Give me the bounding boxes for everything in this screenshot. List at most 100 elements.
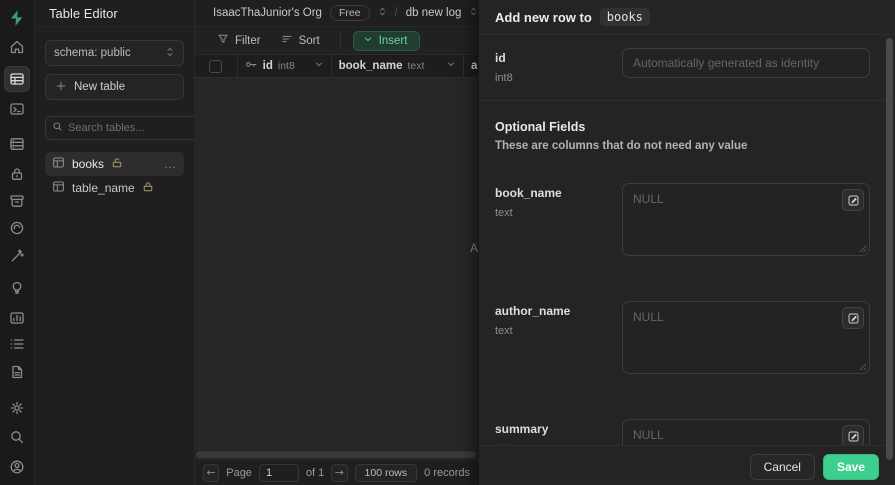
panel-scrollbar-thumb[interactable]	[886, 38, 893, 460]
expand-editor-button[interactable]	[842, 307, 864, 329]
horizontal-scrollbar-thumb[interactable]	[196, 451, 477, 458]
summary-textarea[interactable]	[622, 419, 870, 445]
table-editor-sidebar: Table Editor schema: public New table Se…	[35, 0, 251, 485]
column-header-book-name[interactable]: book_name text	[332, 55, 464, 77]
auth-icon[interactable]	[7, 164, 27, 184]
search-icon[interactable]	[7, 427, 27, 447]
expand-editor-button[interactable]	[842, 189, 864, 211]
rows-per-page-button[interactable]: 100 rows	[354, 463, 418, 482]
field-name-label: author_name	[495, 304, 571, 318]
grid-body[interactable]: A	[195, 78, 478, 450]
add-row-panel: Add new row to books id int8 Optional Fi…	[478, 0, 895, 485]
chevron-down-icon[interactable]	[446, 60, 456, 72]
field-row-id: id int8	[479, 35, 895, 98]
table-options-menu-button[interactable]: …	[164, 157, 177, 171]
toolbar-divider	[339, 32, 341, 49]
table-list-item-table-name[interactable]: table_name	[45, 176, 184, 200]
funnel-icon	[217, 33, 229, 48]
field-row-book-name: book_name text	[479, 170, 895, 275]
table-name-label: books	[72, 157, 105, 171]
chevrons-up-down-icon	[165, 46, 175, 61]
realtime-icon[interactable]	[7, 246, 27, 266]
table-icon	[52, 180, 65, 196]
column-name: book_name	[338, 60, 403, 72]
optional-fields-subtitle: These are columns that do not need any v…	[495, 140, 748, 152]
table-list-item-books[interactable]: books …	[45, 152, 184, 176]
edge-functions-icon[interactable]	[7, 218, 27, 238]
field-type-label: text	[495, 207, 513, 219]
column-type: int8	[277, 60, 295, 72]
filter-label: Filter	[235, 34, 261, 47]
logs-icon[interactable]	[7, 334, 27, 354]
field-name-label: id	[495, 51, 506, 65]
select-all-checkbox[interactable]	[209, 59, 223, 73]
id-input[interactable]	[622, 48, 870, 78]
pagination-bar: ← Page of 1 → 100 rows 0 records	[195, 459, 478, 485]
insert-button[interactable]: Insert	[352, 30, 421, 51]
lock-icon	[142, 181, 154, 196]
schema-select-value: schema: public	[54, 47, 131, 59]
author-name-textarea[interactable]	[622, 301, 870, 374]
project-name[interactable]: db new log	[406, 7, 462, 19]
resize-handle[interactable]	[858, 240, 867, 258]
column-name: id	[262, 60, 273, 72]
chevron-down-icon	[363, 35, 373, 47]
filter-button[interactable]: Filter	[209, 30, 269, 51]
advisors-icon[interactable]	[7, 278, 27, 298]
new-table-label: New table	[74, 81, 126, 93]
previous-page-button[interactable]: ←	[203, 463, 220, 482]
unlock-icon	[111, 157, 123, 172]
next-page-button[interactable]: →	[331, 463, 348, 482]
chevrons-up-down-icon[interactable]	[469, 6, 478, 20]
page-number-input[interactable]	[258, 463, 299, 482]
chevrons-up-down-icon[interactable]	[378, 6, 387, 20]
select-all-cell	[195, 55, 238, 77]
nav-rail	[0, 0, 35, 485]
page-count-label: of 1	[305, 466, 325, 479]
book-name-textarea[interactable]	[622, 183, 870, 256]
field-type-label: int8	[495, 72, 513, 84]
plan-badge: Free	[329, 5, 370, 21]
field-name-label: book_name	[495, 186, 562, 200]
supabase-logo-icon[interactable]	[7, 8, 27, 28]
plus-icon	[55, 80, 67, 95]
schema-select[interactable]: schema: public	[45, 40, 184, 66]
search-tables-input[interactable]	[68, 122, 210, 134]
field-row-author-name: author_name text	[479, 288, 895, 393]
page-title: Table Editor	[35, 0, 194, 27]
expand-editor-button[interactable]	[842, 425, 864, 445]
settings-icon[interactable]	[7, 398, 27, 418]
storage-icon[interactable]	[7, 191, 27, 211]
grid-main-area: IsaacThaJunior's Org Free / db new log /…	[195, 0, 478, 485]
resize-handle[interactable]	[858, 358, 867, 376]
panel-footer: Cancel Save	[479, 445, 895, 485]
save-button[interactable]: Save	[822, 454, 879, 480]
chevron-down-icon[interactable]	[314, 60, 324, 72]
api-docs-icon[interactable]	[7, 362, 27, 382]
home-icon[interactable]	[7, 37, 27, 57]
grid-header-row: id int8 book_name text author_name	[195, 55, 478, 78]
app-root: Table Editor schema: public New table Se…	[0, 0, 895, 485]
new-table-button[interactable]: New table	[45, 74, 184, 100]
database-icon[interactable]	[7, 134, 27, 154]
table-name-chip: books	[599, 8, 650, 26]
sort-lines-icon	[281, 33, 293, 48]
record-count-label: 0 records	[424, 466, 470, 479]
panel-content: id int8 Optional Fields These are column…	[479, 35, 895, 445]
org-name[interactable]: IsaacThaJunior's Org	[213, 7, 322, 19]
column-header-id[interactable]: id int8	[238, 55, 332, 77]
sql-editor-icon[interactable]	[7, 99, 27, 119]
panel-header: Add new row to books	[479, 0, 895, 35]
account-icon[interactable]	[7, 457, 27, 477]
sort-label: Sort	[298, 34, 320, 47]
table-editor-icon[interactable]	[4, 66, 30, 92]
breadcrumb: IsaacThaJunior's Org Free / db new log /…	[195, 0, 478, 27]
cancel-button[interactable]: Cancel	[749, 454, 815, 480]
search-icon	[52, 119, 63, 137]
breadcrumb-separator: /	[394, 7, 398, 19]
sort-button[interactable]: Sort	[273, 30, 328, 51]
reports-icon[interactable]	[7, 308, 27, 328]
column-type: text	[407, 60, 425, 72]
horizontal-scrollbar[interactable]	[195, 450, 478, 459]
column-header-author-name[interactable]: author_name	[464, 55, 478, 77]
